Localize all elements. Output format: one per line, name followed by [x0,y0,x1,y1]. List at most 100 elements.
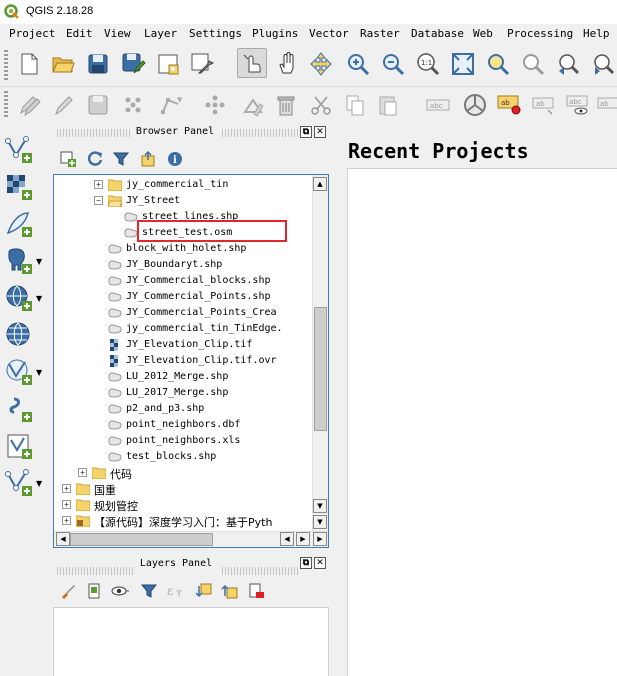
tree-item[interactable]: JY_Boundaryt.shp [54,257,310,273]
filter-browser-button[interactable] [110,148,132,170]
new-layer-menu-button[interactable]: ▼ [4,467,48,499]
dropdown-arrow-icon[interactable]: ▼ [36,368,42,377]
vertex-tool-button[interactable]: ▼ [156,90,186,120]
panel-grip[interactable] [57,129,131,137]
styling-button[interactable] [57,580,79,602]
menu-view[interactable]: View [104,27,131,40]
zoom-last-button[interactable] [553,49,583,79]
toolbar-grip[interactable] [4,50,8,80]
tree-item[interactable]: JY_Commercial_blocks.shp [54,273,310,289]
paste-features-button[interactable] [373,90,403,120]
toolbar-grip[interactable] [4,91,8,119]
add-vector-layer-button[interactable] [4,134,48,166]
menu-layer[interactable]: Layer [144,27,177,40]
move-feature-button[interactable] [200,90,230,120]
add-wms-layer-button[interactable] [4,319,48,351]
scroll-thumb[interactable] [70,533,213,546]
current-edits-button[interactable] [14,90,44,120]
zoom-to-layer-button[interactable] [518,49,548,79]
add-postgis-button[interactable]: ▼ [4,245,48,277]
rotate-label-button[interactable]: ab [594,90,617,120]
new-shapefile-button[interactable] [4,430,48,462]
scroll-right-button[interactable]: ▶ [313,532,327,546]
tree-item[interactable]: test_blocks.shp [54,449,310,465]
zoom-to-selection-button[interactable] [483,49,513,79]
open-project-button[interactable] [48,49,78,79]
menu-project[interactable]: Project [9,27,55,40]
scroll-left-button[interactable]: ◀ [56,532,70,546]
menu-processing[interactable]: Processing [507,27,573,40]
composer-manager-button[interactable] [187,49,217,79]
expand-icon[interactable]: + [62,516,71,525]
tree-item[interactable]: point_neighbors.xls [54,433,310,449]
add-delimited-text-button[interactable] [4,208,48,240]
close-panel-button[interactable]: ✕ [314,126,326,138]
tree-item[interactable]: JY_Elevation_Clip.tif.ovr [54,353,310,369]
float-panel-button[interactable]: ⧉ [300,557,312,569]
scroll-thumb[interactable] [314,307,327,431]
zoom-full-button[interactable] [448,49,478,79]
filter-expression-button[interactable]: ε [164,580,186,602]
dropdown-arrow-icon[interactable]: ▼ [36,294,42,303]
save-project-button[interactable] [83,49,113,79]
remove-layer-button[interactable] [245,580,267,602]
move-label-button[interactable]: ab [529,90,559,120]
panel-grip[interactable] [222,129,298,137]
expand-icon[interactable]: + [62,500,71,509]
label-toolbar-button[interactable]: abc [423,90,453,120]
recent-projects-list[interactable] [347,168,617,676]
panel-grip[interactable] [222,567,298,575]
menu-web[interactable]: Web [473,27,493,40]
new-print-composer-button[interactable] [153,49,183,79]
add-spatialite-button[interactable]: ▼ [4,282,48,314]
delete-selected-button[interactable] [271,90,301,120]
tree-item[interactable]: JY_Commercial_Points.shp [54,289,310,305]
tree-item[interactable]: JY_Commercial_Points_Crea [54,305,310,321]
cut-features-button[interactable] [306,90,336,120]
pan-to-selection-button[interactable] [237,48,267,78]
refresh-button[interactable] [84,148,106,170]
float-panel-button[interactable]: ⧉ [300,126,312,138]
scroll-down-button[interactable]: ▼ [313,515,327,529]
filter-legend-button[interactable] [138,580,160,602]
copy-features-button[interactable] [340,90,370,120]
tree-item[interactable]: block_with_holet.shp [54,241,310,257]
tree-item[interactable]: + 国重 [54,481,310,497]
tree-item[interactable]: jy_commercial_tin_TinEdge. [54,321,310,337]
diagram-button[interactable] [460,90,490,120]
dropdown-arrow-icon[interactable]: ▼ [36,257,42,266]
menu-edit[interactable]: Edit [66,27,93,40]
expand-icon[interactable]: + [78,468,87,477]
tree-item[interactable]: point_neighbors.dbf [54,417,310,433]
zoom-in-button[interactable] [343,49,373,79]
tree-item[interactable]: LU_2017_Merge.shp [54,385,310,401]
add-feature-button[interactable] [118,90,148,120]
properties-button[interactable]: i [164,148,186,170]
add-wfs-layer-button[interactable]: ▼ [4,356,48,388]
add-selected-layers-button[interactable] [57,148,79,170]
add-virtual-layer-button[interactable] [4,393,48,425]
menu-vector[interactable]: Vector [309,27,349,40]
tree-item[interactable]: + 代码 [54,465,310,481]
menu-plugins[interactable]: Plugins [252,27,298,40]
scroll-up-button[interactable]: ▲ [313,177,327,191]
zoom-out-button[interactable] [378,49,408,79]
tree-item[interactable]: − JY_Street [54,193,310,209]
manage-visibility-button[interactable] [110,580,132,602]
expand-all-button[interactable] [192,580,214,602]
tree-item[interactable]: p2_and_p3.shp [54,401,310,417]
browser-horizontal-scrollbar[interactable]: ◀ ◀ ▶ ▶ [54,531,328,547]
collapse-all-layers-button[interactable] [218,580,240,602]
tree-item[interactable]: + 【源代码】深度学习入门：基于Pyth [54,513,310,529]
save-edits-button[interactable] [83,90,113,120]
menu-database[interactable]: Database [411,27,464,40]
pin-labels-button[interactable]: ab [495,90,525,120]
collapse-all-button[interactable] [137,148,159,170]
pan-to-center-button[interactable] [306,49,336,79]
pan-map-button[interactable] [273,49,303,79]
menu-settings[interactable]: Settings [189,27,242,40]
panel-grip[interactable] [57,567,135,575]
menu-help[interactable]: Help [583,27,610,40]
tree-item[interactable]: + 规划管控 [54,497,310,513]
close-panel-button[interactable]: ✕ [314,557,326,569]
